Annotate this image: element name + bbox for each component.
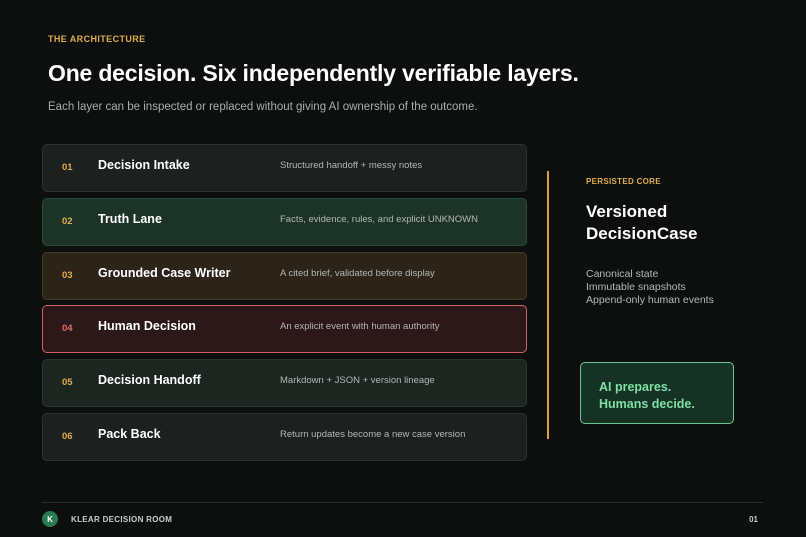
footer-divider: [42, 502, 763, 503]
layer-description: An explicit event with human authority: [280, 321, 440, 333]
layer-name: Truth Lane: [98, 211, 162, 226]
layer-number: 05: [62, 377, 73, 389]
page-number: 01: [749, 515, 758, 524]
core-feature-list: Canonical state Immutable snapshots Appe…: [586, 268, 714, 306]
section-eyebrow: THE ARCHITECTURE: [48, 34, 146, 44]
layer-card-grounded-case-writer[interactable]: 03 Grounded Case Writer A cited brief, v…: [42, 251, 527, 300]
layer-name: Pack Back: [98, 426, 161, 441]
layer-number: 01: [62, 162, 73, 173]
layer-card-truth-lane[interactable]: 02 Truth Lane Facts, evidence, rules, an…: [42, 197, 527, 246]
page-subtitle: Each layer can be inspected or replaced …: [48, 101, 478, 113]
slide: THE ARCHITECTURE One decision. Six indep…: [0, 0, 806, 537]
layer-number: 03: [62, 269, 73, 281]
layer-name: Human Decision: [98, 319, 196, 334]
core-eyebrow: PERSISTED CORE: [586, 177, 661, 186]
page-title: One decision. Six independently verifiab…: [48, 60, 579, 86]
layer-number: 02: [62, 215, 73, 227]
layer-card-human-decision[interactable]: 04 Human Decision An explicit event with…: [42, 305, 527, 354]
layer-description: A cited brief, validated before display: [280, 267, 435, 279]
core-divider-line: [547, 171, 549, 439]
core-feature-item: Immutable snapshots: [586, 280, 686, 293]
layer-name: Decision Intake: [98, 158, 190, 172]
callout-line: AI prepares.: [599, 380, 672, 394]
layer-description: Structured handoff + messy notes: [280, 160, 423, 171]
core-feature-item: Canonical state: [586, 268, 659, 280]
layer-card-decision-handoff[interactable]: 05 Decision Handoff Markdown + JSON + ve…: [42, 359, 527, 408]
core-title-line: Versioned: [586, 202, 668, 221]
layer-description: Markdown + JSON + version lineage: [280, 375, 435, 387]
callout-line: Humans decide.: [599, 397, 695, 411]
core-title: Versioned DecisionCase: [586, 201, 786, 245]
core-feature-item: Append-only human events: [586, 293, 714, 306]
principle-callout: AI prepares. Humans decide.: [580, 362, 734, 424]
layer-description: Facts, evidence, rules, and explicit UNK…: [280, 213, 478, 225]
layer-description: Return updates become a new case version: [280, 428, 466, 440]
layer-name: Grounded Case Writer: [98, 265, 231, 280]
layer-name: Decision Handoff: [98, 373, 201, 388]
layer-card-pack-back[interactable]: 06 Pack Back Return updates become a new…: [42, 412, 527, 461]
core-title-line: DecisionCase: [586, 224, 698, 243]
layer-number: 04: [62, 323, 73, 335]
layer-stack: 01 Decision Intake Structured handoff + …: [42, 144, 527, 467]
brand-name: KLEAR DECISION ROOM: [71, 515, 173, 524]
layer-number: 06: [62, 430, 73, 442]
layer-card-decision-intake[interactable]: 01 Decision Intake Structured handoff + …: [42, 144, 527, 192]
brand-logo-icon: K: [42, 511, 58, 527]
